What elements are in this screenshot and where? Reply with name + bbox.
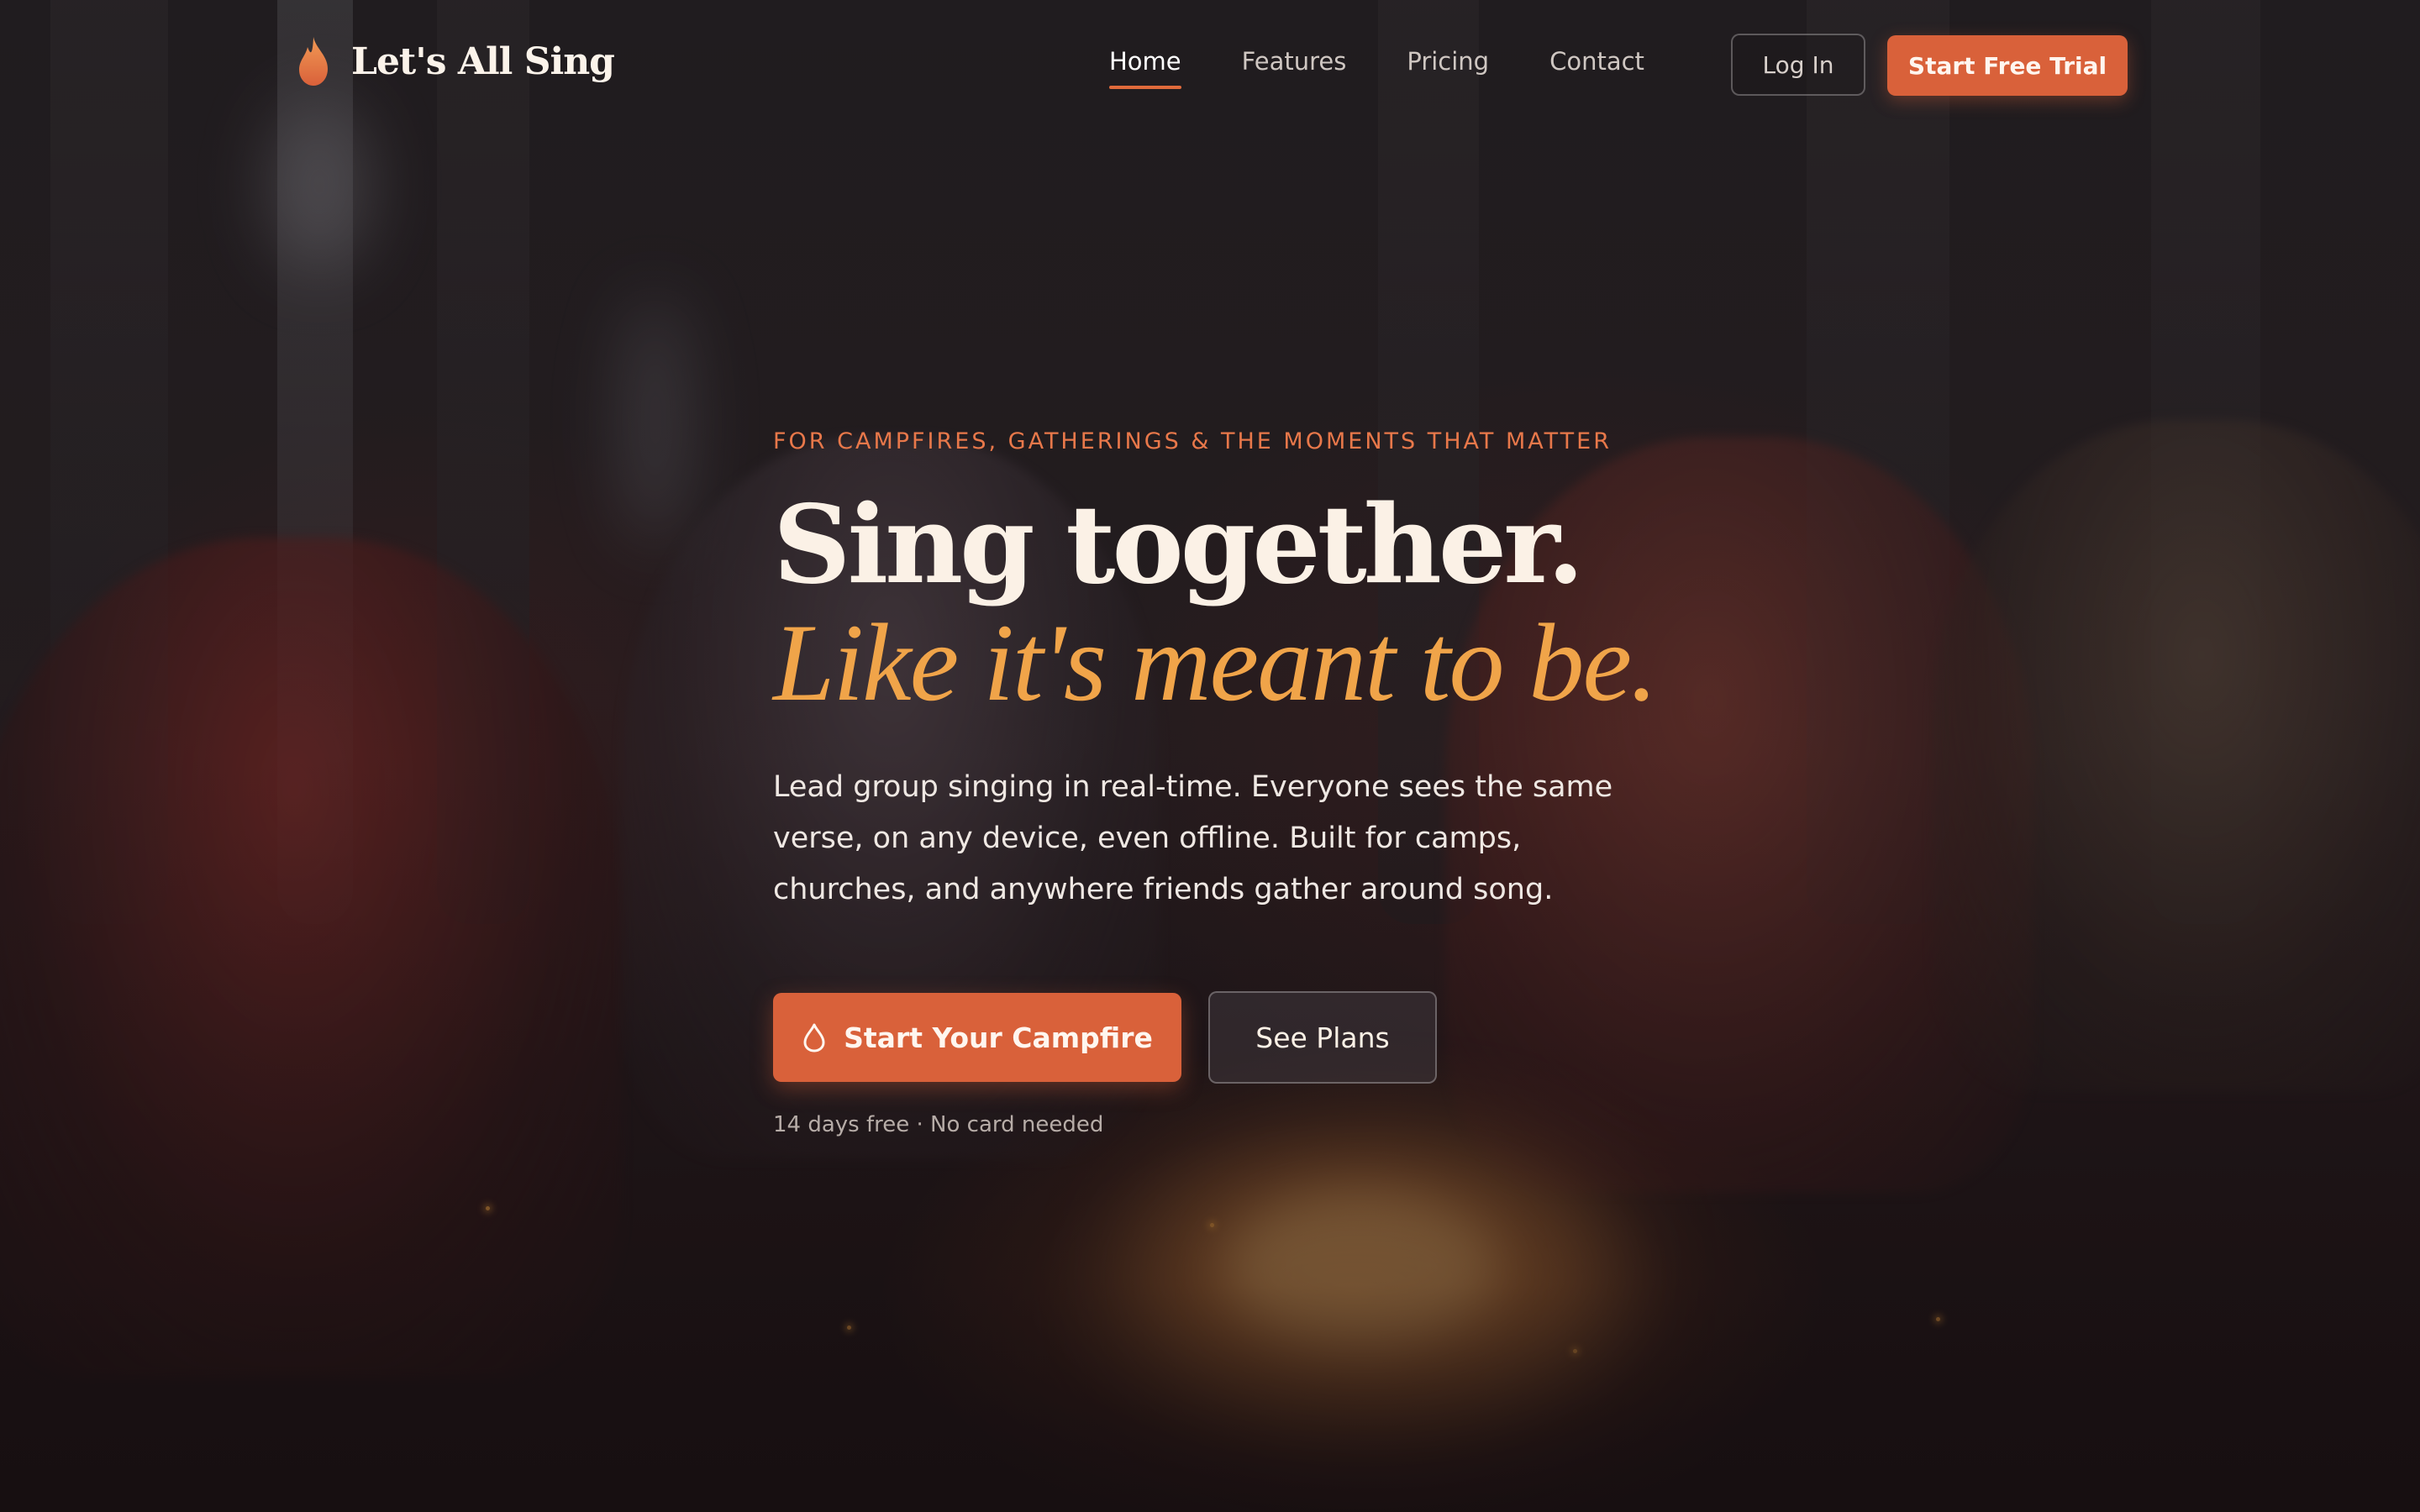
top-navigation: Let's All Sing Home Features Pricing Con… (0, 0, 2420, 131)
brand-logo[interactable]: Let's All Sing (294, 35, 615, 87)
flame-icon (299, 37, 328, 86)
headline-line-2: Like it's meant to be. (773, 601, 1658, 724)
nav-link-features[interactable]: Features (1242, 47, 1347, 76)
brand-name: Let's All Sing (351, 39, 615, 83)
hero-description: Lead group singing in real-time. Everyon… (773, 770, 1613, 906)
start-campfire-button[interactable]: Start Your Campfire (773, 993, 1181, 1082)
hero-content: FOR CAMPFIRES, GATHERINGS & THE MOMENTS … (773, 428, 1748, 1137)
drop-icon (803, 1023, 825, 1053)
login-button[interactable]: Log In (1731, 34, 1865, 96)
nav-link-pricing[interactable]: Pricing (1407, 47, 1489, 76)
start-campfire-label: Start Your Campfire (844, 1021, 1153, 1054)
see-plans-button[interactable]: See Plans (1208, 991, 1437, 1084)
headline-line-1: Sing together. (773, 482, 1585, 608)
nav-link-home[interactable]: Home (1109, 47, 1181, 89)
nav-links: Home Features Pricing Contact (1109, 47, 1705, 89)
nav-link-contact[interactable]: Contact (1549, 47, 1644, 76)
start-free-trial-button[interactable]: Start Free Trial (1887, 35, 2128, 96)
hero-headline: Sing together. Like it's meant to be. (773, 486, 1748, 722)
cta-row: Start Your Campfire See Plans (773, 991, 1748, 1084)
hero-eyebrow: FOR CAMPFIRES, GATHERINGS & THE MOMENTS … (773, 428, 1612, 454)
trial-fine-print: 14 days free · No card needed (773, 1112, 1104, 1137)
